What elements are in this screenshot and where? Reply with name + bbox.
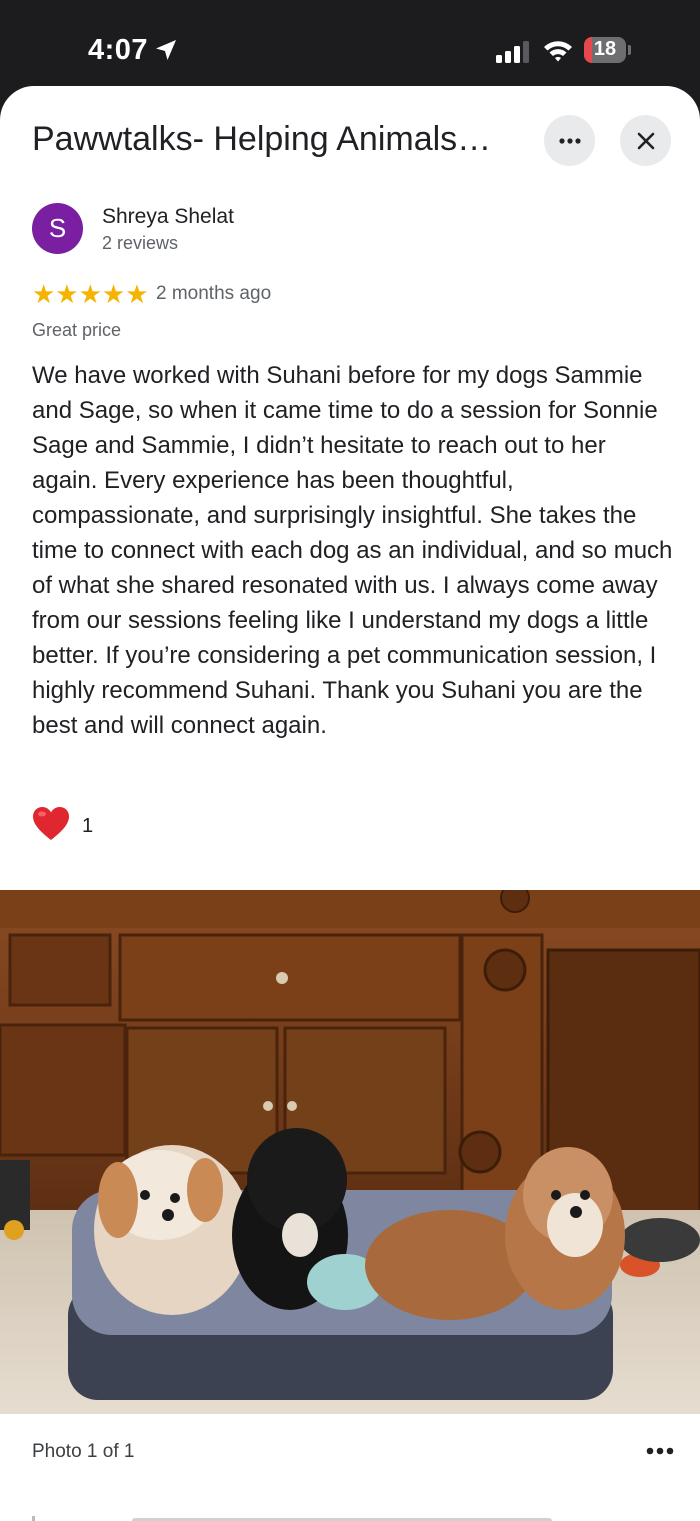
- next-content-peek: [32, 1511, 632, 1521]
- close-icon: [637, 132, 654, 149]
- place-review-sheet: Pawwtalks- Helping Animals… S Shreya She…: [0, 86, 700, 1521]
- reviewer-name[interactable]: Shreya Shelat: [102, 205, 234, 229]
- review-text: We have worked with Suhani before for my…: [32, 362, 673, 739]
- star-rating-stars: ★★★★★: [32, 279, 149, 309]
- wifi-icon: [542, 38, 574, 69]
- close-button[interactable]: [620, 115, 671, 166]
- reviewer-review-count: 2 reviews: [102, 233, 179, 253]
- battery-level: 18: [593, 38, 617, 60]
- review-time: 2 months ago: [156, 283, 272, 304]
- cellular-signal-icon: [496, 40, 532, 69]
- reaction-count: 1: [82, 815, 94, 837]
- review-photo[interactable]: [0, 890, 700, 1414]
- sheet-title: Pawwtalks- Helping Animals…: [32, 120, 492, 158]
- status-bar: 4:07 18: [0, 0, 700, 100]
- reviewer-avatar[interactable]: S: [32, 203, 83, 254]
- location-arrow-icon: [154, 38, 178, 67]
- more-horizontal-icon: [558, 137, 581, 144]
- review-attribute: Great price: [32, 320, 122, 340]
- photo-caption: Photo 1 of 1: [32, 1441, 135, 1462]
- photo-more-button[interactable]: [646, 1442, 674, 1460]
- status-time: 4:07: [88, 34, 149, 66]
- more-horizontal-icon: [646, 1447, 674, 1455]
- battery-icon: 18: [584, 37, 632, 65]
- heart-icon: [33, 807, 69, 840]
- more-options-button[interactable]: [544, 115, 595, 166]
- like-reaction-button[interactable]: [32, 806, 70, 842]
- star-rating: ★★★★★: [32, 279, 149, 309]
